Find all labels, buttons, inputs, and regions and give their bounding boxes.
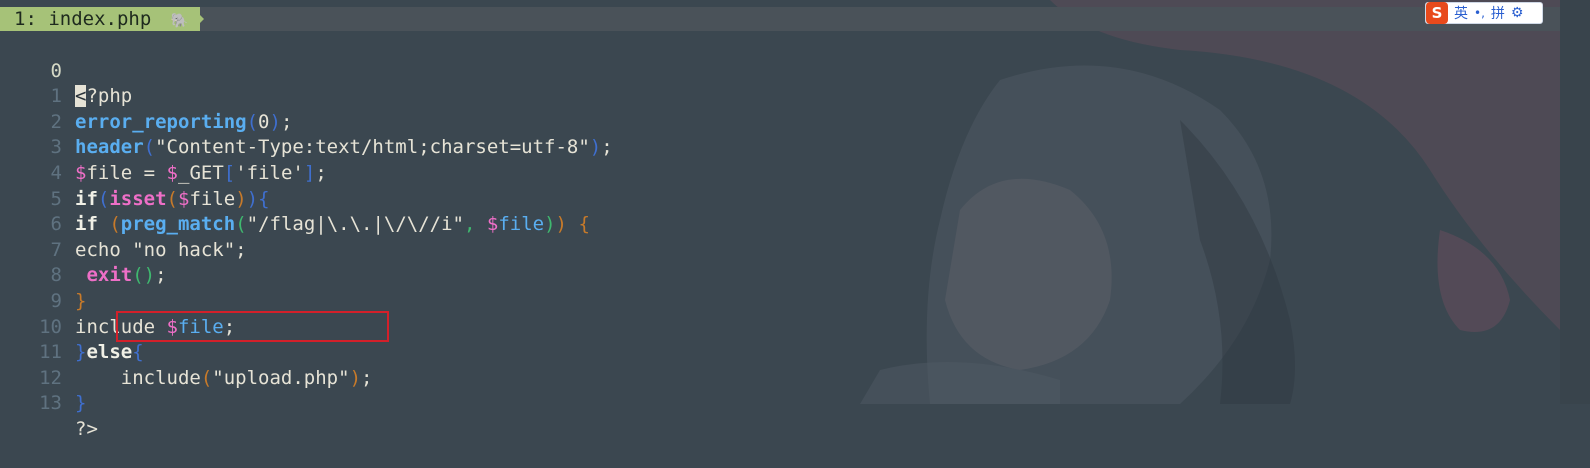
line-number: 13 bbox=[39, 392, 62, 415]
code-line: 12 } bbox=[0, 340, 1560, 415]
ime-input-mode[interactable]: 拼 bbox=[1491, 3, 1505, 23]
code-line: 2 header("Content-Type:text/html;charset… bbox=[0, 84, 1560, 159]
right-edge-panel bbox=[1560, 0, 1590, 404]
code-line: 1 error_reporting(0); bbox=[0, 59, 1560, 133]
ime-toolbar[interactable]: S 英 •, 拼 ⚙ bbox=[1425, 2, 1543, 24]
settings-gear-icon[interactable]: ⚙ bbox=[1511, 5, 1524, 21]
code-line: 0 <?php bbox=[0, 33, 1560, 108]
tab-index-php[interactable]: 1: index.php 🐘 bbox=[0, 7, 201, 31]
highlight-annotation-box bbox=[116, 311, 389, 342]
tab-arrow-decoration bbox=[192, 7, 204, 31]
ime-punctuation-mode[interactable]: •, bbox=[1474, 6, 1485, 20]
code-line: 13 ?> bbox=[0, 366, 1560, 440]
code-text: ?> bbox=[75, 417, 98, 440]
ime-language-mode[interactable]: 英 bbox=[1454, 3, 1468, 23]
php-file-icon: 🐘 bbox=[170, 13, 189, 29]
code-line: 3 $file = $_GET['file']; bbox=[0, 110, 1560, 184]
tab-label: 1: index.php bbox=[14, 8, 152, 30]
sogou-logo-icon: S bbox=[1426, 2, 1448, 24]
code-line: 5 if (preg_match("/flag|\.\.|\/\//i", $f… bbox=[0, 161, 1560, 236]
code-line: 4 if(isset($file)){ bbox=[0, 135, 1560, 210]
code-line: 7 exit(); bbox=[0, 212, 1560, 287]
code-text: } bbox=[75, 392, 87, 415]
tab-line: 1: index.php 🐘 bbox=[0, 7, 1560, 31]
code-line: 9 include $file; bbox=[0, 263, 1560, 338]
code-line: 6 echo "no hack"; bbox=[0, 187, 1560, 261]
code-line: 8 } bbox=[0, 238, 1560, 312]
